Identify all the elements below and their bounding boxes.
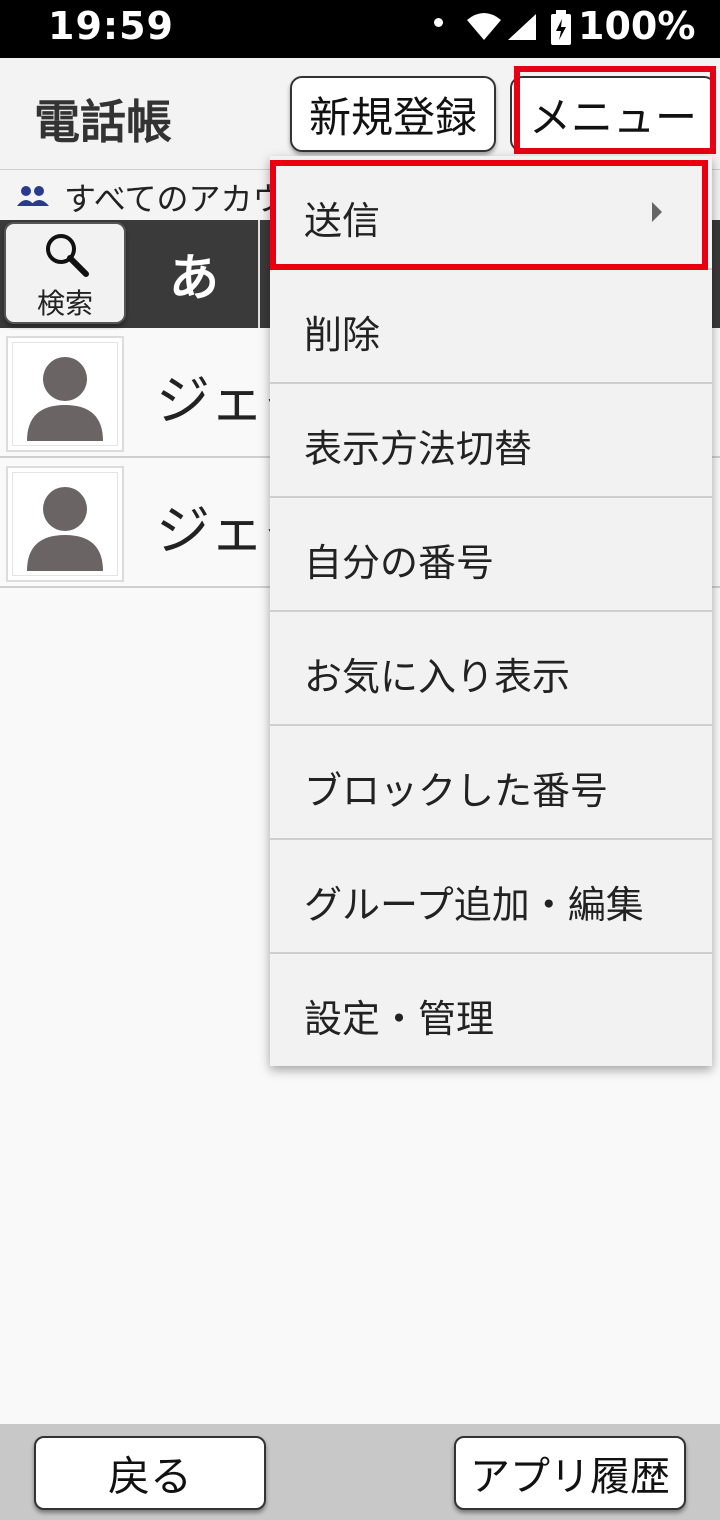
search-button[interactable]: 検索 <box>4 222 126 324</box>
page-title: 電話帳 <box>34 95 172 149</box>
index-tab-a[interactable]: あ <box>130 220 258 328</box>
notification-dot-icon <box>434 18 443 27</box>
menu-item-my-number[interactable]: 自分の番号 <box>270 498 712 612</box>
wifi-icon <box>467 13 501 40</box>
avatar <box>6 466 124 582</box>
battery-percent: 100% <box>578 4 696 48</box>
bottom-bar: 戻る アプリ履歴 <box>0 1424 720 1520</box>
menu-item-label: グループ追加・編集 <box>304 883 644 927</box>
menu-item-label: ブロックした番号 <box>304 769 609 813</box>
menu-item-groups[interactable]: グループ追加・編集 <box>270 840 712 954</box>
menu-item-label: お気に入り表示 <box>304 655 571 699</box>
status-bar: 19:59 100% <box>0 0 720 58</box>
person-icon <box>27 357 103 441</box>
menu-item-label: 削除 <box>304 313 381 357</box>
app-history-button[interactable]: アプリ履歴 <box>454 1436 686 1510</box>
menu-item-label: 表示方法切替 <box>304 427 533 471</box>
people-icon <box>17 186 49 206</box>
menu-item-label: 自分の番号 <box>304 541 495 585</box>
overflow-menu: 送信 削除 表示方法切替 自分の番号 お気に入り表示 ブロックした番号 グループ… <box>270 156 712 1066</box>
avatar <box>6 336 124 452</box>
menu-item-settings[interactable]: 設定・管理 <box>270 954 712 1068</box>
menu-item-delete[interactable]: 削除 <box>270 270 712 384</box>
status-time: 19:59 <box>48 4 174 48</box>
index-divider <box>258 220 260 328</box>
menu-item-favorites[interactable]: お気に入り表示 <box>270 612 712 726</box>
new-contact-button[interactable]: 新規登録 <box>290 76 496 152</box>
person-icon <box>27 487 103 571</box>
back-button[interactable]: 戻る <box>34 1436 266 1510</box>
index-bar-edge <box>712 220 720 328</box>
battery-charging-icon <box>551 10 571 45</box>
menu-item-blocked-numbers[interactable]: ブロックした番号 <box>270 726 712 840</box>
menu-item-label: 設定・管理 <box>304 997 495 1041</box>
menu-item-display-mode[interactable]: 表示方法切替 <box>270 384 712 498</box>
send-item-highlight <box>270 160 708 270</box>
signal-icon <box>508 14 536 40</box>
search-icon <box>46 234 89 277</box>
menu-button-highlight <box>514 66 716 154</box>
search-label: 検索 <box>36 287 93 320</box>
account-label: すべてのアカウ <box>64 180 285 218</box>
